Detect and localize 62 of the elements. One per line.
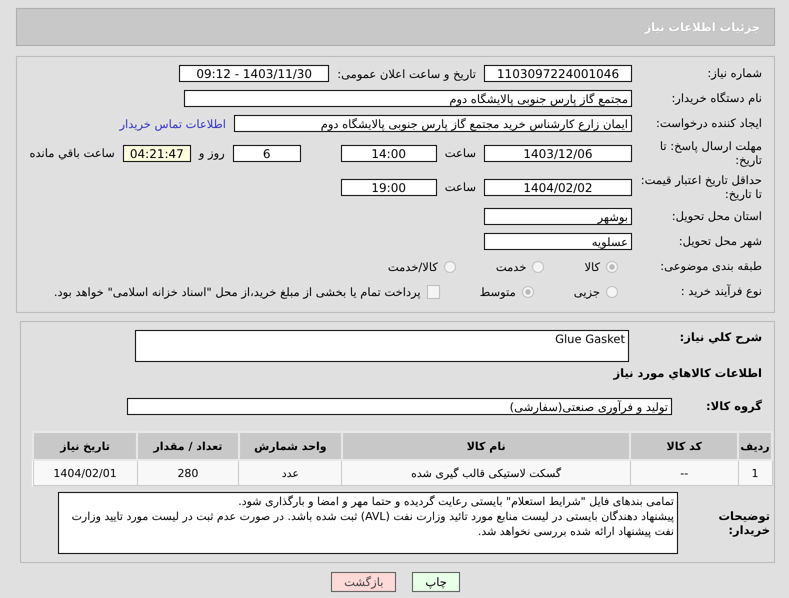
- countdown-field: 04:21:47: [122, 144, 191, 162]
- table-cell: --: [630, 460, 738, 486]
- days-field: 6: [232, 144, 301, 162]
- field-label: طبقه بندی موضوعی:: [659, 259, 763, 274]
- radio-label: جزیی: [574, 284, 600, 298]
- radio-button[interactable]: [606, 260, 618, 272]
- field-label: شرح كلي نياز:: [678, 330, 763, 344]
- goods-group-field[interactable]: تولید و فرآوری صنعتی(سفارشی): [127, 398, 672, 415]
- time-label: ساعت: [444, 180, 477, 194]
- field-label: توضیحات خریدار:: [718, 508, 771, 538]
- input-field[interactable]: مجتمع گاز پارس جنوبی پالایشگاه دوم: [184, 90, 632, 107]
- column-header: تاریخ نیاز: [33, 432, 138, 460]
- input-field[interactable]: 1403/11/30 - 09:12: [179, 65, 330, 82]
- checkbox[interactable]: [426, 284, 440, 298]
- contact-link[interactable]: اطلاعات تماس خریدار: [119, 116, 226, 130]
- table-cell: 1: [738, 460, 772, 486]
- section-heading: اطلاعات كالاهاي مورد نياز: [612, 366, 763, 380]
- checkbox-label: پرداخت تمام یا بخشی از مبلغ خرید،از محل "اسناد خزانه اسلامی" خواهد بود.: [54, 284, 421, 298]
- table-cell: گسکت لاستیکی قالب گیری شده: [342, 460, 630, 486]
- notes-text: تمامی بندهای فایل "شرایط استعلام" بایستی رعایت گردیده و حتما مهر و امضا و بارگذاری شود.: [237, 494, 674, 509]
- input-field[interactable]: بوشهر: [484, 208, 632, 225]
- field-label: گروه کالا:: [705, 399, 763, 414]
- table-cell: عدد: [238, 460, 342, 486]
- remaining-label: ساعت باقي مانده: [28, 146, 116, 160]
- time-field[interactable]: 19:00: [340, 178, 437, 196]
- table-cell: 280: [137, 460, 239, 486]
- days-label: روز و: [197, 146, 226, 160]
- radio-button[interactable]: [522, 286, 534, 298]
- notes-text: پیشنهاد دهندگان بایستی در لیست منابع مورد تائید وزارت نفت (AVL) ثبت شده باشد. در صورت عدم ثبت در لیست مورد تایید وزارت نفت پیشنهاد ارائه شده بررسی نخواهد شد.: [70, 509, 674, 539]
- column-header: ردیف: [738, 432, 772, 460]
- radio-label: کالا: [584, 260, 600, 274]
- column-header: کد کالا: [630, 432, 738, 460]
- input-field[interactable]: 1103097224001046: [484, 65, 632, 82]
- radio-label: متوسط: [480, 284, 516, 298]
- column-header: تعداد / مقدار: [137, 432, 239, 460]
- input-field[interactable]: ایمان زارع کارشناس خرید مجتمع گاز پارس جنوبی پالایشگاه دوم: [234, 115, 632, 132]
- field-label: مهلت ارسال پاسخ: تا تاریخ:: [658, 138, 763, 168]
- date-field[interactable]: 1404/02/02: [484, 178, 632, 196]
- field-label: استان محل تحویل:: [670, 209, 763, 224]
- notes-field[interactable]: [58, 492, 678, 554]
- radio-button[interactable]: [532, 260, 544, 272]
- column-header: واحد شمارش: [238, 432, 342, 460]
- radio-button[interactable]: [444, 260, 456, 272]
- field-label: ایجاد کننده درخواست:: [655, 116, 763, 131]
- field-label: حداقل تاریخ اعتبار قیمت: تا تاریخ:: [640, 172, 763, 202]
- radio-button[interactable]: [606, 286, 618, 298]
- radio-label: خدمت: [496, 260, 526, 274]
- time-field[interactable]: 14:00: [340, 144, 437, 162]
- field-label: شماره نیاز:: [706, 66, 763, 81]
- description-field[interactable]: Glue Gasket: [135, 330, 629, 362]
- column-header: نام کالا: [342, 432, 630, 460]
- print-button[interactable]: چاپ: [412, 572, 460, 592]
- back-button[interactable]: بازگشت: [331, 572, 396, 592]
- field-label: نام دستگاه خریدار:: [670, 91, 763, 106]
- radio-label: کالا/خدمت: [388, 260, 438, 274]
- date-field[interactable]: 1403/12/06: [484, 144, 632, 162]
- field-label: نوع فرآیند خرید :: [680, 284, 763, 299]
- time-label: ساعت: [444, 146, 477, 160]
- table-cell: 1404/02/01: [33, 460, 138, 486]
- field-label: شهر محل تحویل:: [678, 234, 763, 249]
- field-label: تاریخ و ساعت اعلان عمومی:: [336, 66, 477, 80]
- input-field[interactable]: عسلویه: [484, 233, 632, 250]
